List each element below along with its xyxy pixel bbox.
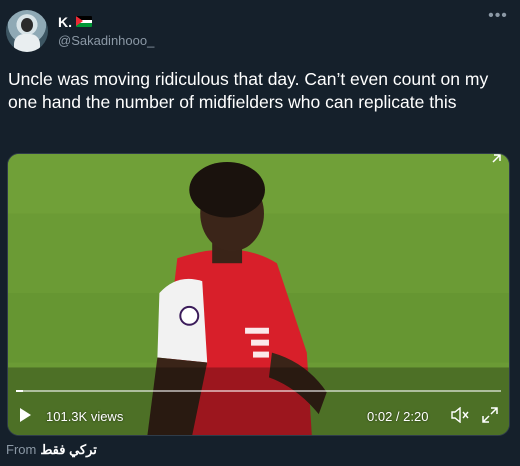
palestine-flag-icon: [76, 16, 92, 27]
play-icon[interactable]: [20, 408, 31, 422]
more-options-icon[interactable]: •••: [488, 8, 508, 26]
video-time: 0:02 / 2:20: [367, 409, 429, 424]
video-player[interactable]: 101.3K views 0:02 / 2:20: [7, 153, 510, 436]
expand-icon[interactable]: [482, 407, 498, 423]
media-source: From تركي فقط: [6, 442, 97, 458]
video-view-count: 101.3K views: [46, 409, 124, 424]
tweet-text: Uncle was moving ridiculous that day. Ca…: [8, 69, 489, 112]
avatar-head: [21, 18, 33, 32]
speaker-muted-icon[interactable]: [451, 407, 469, 423]
source-name[interactable]: تركي فقط: [40, 442, 97, 457]
avatar[interactable]: [6, 10, 48, 52]
author-handle[interactable]: @Sakadinhooo_: [58, 33, 154, 48]
video-frame: [8, 154, 509, 435]
video-progress-fill: [16, 390, 24, 392]
author-display-name[interactable]: K.: [58, 14, 72, 30]
avatar-figure: [14, 34, 40, 52]
from-label: From: [6, 442, 37, 457]
expand-corner-icon[interactable]: [489, 154, 501, 166]
tweet: K. @Sakadinhooo_ ••• Uncle was moving ri…: [0, 0, 520, 466]
video-progress-track[interactable]: [16, 390, 501, 392]
